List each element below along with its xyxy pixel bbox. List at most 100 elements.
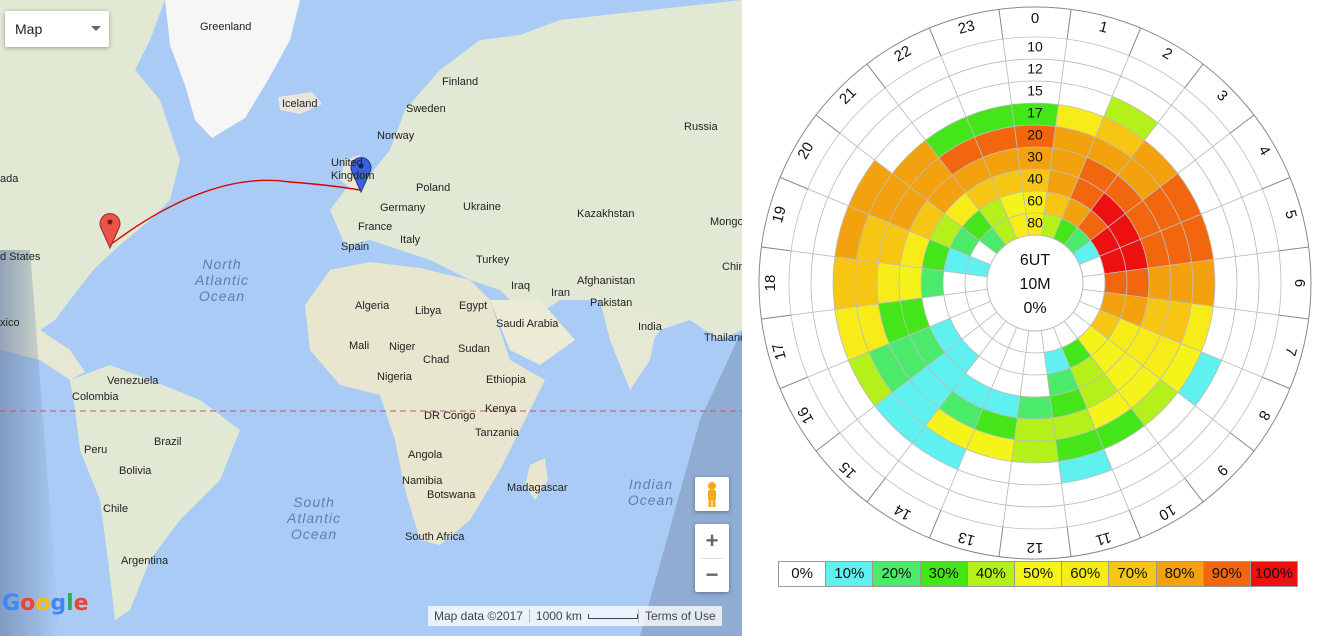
map-data-credit[interactable]: Map data ©2017	[428, 609, 529, 623]
heat-cell-r8-h18	[788, 250, 814, 316]
zoom-control: + −	[695, 524, 729, 592]
hour-sector-divider	[761, 246, 792, 252]
hour-sector-divider	[1262, 376, 1291, 390]
hour-sector-divider	[998, 526, 1004, 557]
ocean-south-atlantic: South Atlantic Ocean	[278, 494, 350, 542]
hour-sector-divider	[1066, 9, 1072, 40]
hour-label-1: 1	[1097, 18, 1109, 37]
legend-item-6: 60%	[1061, 562, 1109, 586]
zoom-in-button[interactable]: +	[695, 524, 729, 558]
map-canvas[interactable]	[0, 0, 742, 636]
label-egypt: Egypt	[459, 300, 488, 312]
label-southafrica: South Africa	[405, 531, 465, 543]
heat-cell-r8-h6	[1256, 250, 1282, 316]
hour-sector-divider	[1184, 63, 1204, 89]
terms-link[interactable]: Terms of Use	[637, 609, 722, 623]
polar-heatmap-chart: 0 123456789101112131415161718192021222380…	[758, 6, 1312, 560]
heat-cell-r5-h6	[1191, 259, 1216, 307]
hour-label-18: 18	[762, 275, 779, 292]
map-type-selector[interactable]: Map	[5, 11, 109, 47]
hour-label-5: 5	[1281, 208, 1300, 220]
legend-item-5: 50%	[1013, 562, 1062, 586]
heat-cell-r4-h6	[1169, 261, 1194, 305]
map-type-label: Map	[15, 21, 43, 37]
label-namibia: Namibia	[402, 475, 443, 487]
label-bolivia: Bolivia	[119, 465, 152, 477]
hour-label-12: 12	[1027, 539, 1044, 556]
heat-cell-r7-h12	[1005, 482, 1065, 508]
label-algeria: Algeria	[355, 300, 390, 312]
label-angola: Angola	[408, 449, 443, 461]
heat-cell-r6-h6	[1213, 256, 1238, 310]
hour-label-6: 6	[1291, 279, 1308, 287]
heat-cell-r2-h12	[1019, 373, 1051, 398]
ocean-line: Ocean	[290, 526, 338, 542]
hour-sector-divider	[779, 176, 808, 190]
label-saudi: Saudi Arabia	[496, 318, 559, 330]
ocean-line: Atlantic	[195, 272, 249, 288]
ring-label-15: 15	[1027, 83, 1043, 99]
hour-label-0: 0	[1031, 10, 1039, 27]
hour-sector-divider	[1128, 27, 1142, 56]
chevron-down-icon[interactable]	[91, 26, 101, 31]
hour-label-4: 4	[1255, 143, 1274, 159]
label-france: France	[358, 221, 393, 233]
hour-label-3: 3	[1213, 87, 1231, 105]
label-uk: United Kingdom	[331, 157, 375, 182]
legend-item-9: 90%	[1202, 562, 1250, 586]
label-greenland: Greenland	[200, 21, 252, 33]
ring-label-17: 17	[1027, 105, 1043, 121]
heat-cell-r3-h12	[1016, 395, 1054, 420]
street-view-pegman-button[interactable]	[695, 477, 729, 511]
label-niger: Niger	[389, 341, 416, 353]
hour-sector-divider	[1066, 526, 1072, 557]
hour-label-9: 9	[1213, 461, 1231, 479]
hour-sector-divider	[1229, 432, 1255, 452]
heat-cell-r6-h12	[1008, 461, 1062, 486]
zoom-out-button[interactable]: −	[695, 558, 729, 592]
hour-sector-divider	[815, 432, 841, 452]
heat-cell-r1-h6	[1103, 270, 1128, 296]
ocean-line: South	[293, 494, 335, 510]
heat-cell-r7-h6	[1234, 253, 1260, 313]
hour-sector-divider	[779, 376, 808, 390]
label-botswana: Botswana	[427, 489, 476, 501]
label-mongolia: Mongolia	[710, 216, 742, 228]
ocean-line: North	[202, 256, 242, 272]
hour-label-8: 8	[1255, 407, 1274, 423]
color-legend: 0% 10% 20% 30% 40% 50% 60% 70% 80% 90% 100%	[778, 561, 1298, 587]
label-germany: Germany	[380, 202, 426, 214]
ocean-indian: Indian Ocean	[618, 476, 684, 508]
legend-item-7: 70%	[1108, 562, 1156, 586]
hour-sector-divider	[1184, 477, 1204, 503]
label-madagascar: Madagascar	[507, 482, 568, 494]
hour-sector-divider	[815, 114, 841, 134]
map-panel[interactable]: Map Greenland Iceland Finland Sweden Nor…	[0, 0, 742, 636]
legend-item-8: 80%	[1155, 562, 1203, 586]
hour-label-2: 2	[1159, 44, 1175, 63]
label-poland: Poland	[416, 182, 451, 194]
hour-sector-divider	[1278, 314, 1309, 320]
label-iran: Iran	[551, 287, 570, 299]
label-mexico: xico	[0, 317, 20, 329]
scale-label[interactable]: 1000 km	[528, 609, 588, 623]
heat-cell-r1-h18	[942, 270, 967, 296]
ocean-line: Ocean	[627, 492, 675, 508]
hour-label-7: 7	[1281, 345, 1300, 357]
label-argentina: Argentina	[121, 555, 169, 567]
label-russia: Russia	[684, 121, 718, 133]
hour-sector-divider	[1262, 176, 1291, 190]
ring-label-10: 10	[1027, 39, 1043, 55]
legend-item-3: 30%	[919, 562, 967, 586]
hour-label-13: 13	[956, 528, 977, 549]
label-nigeria: Nigeria	[377, 371, 412, 383]
label-chile: Chile	[103, 503, 129, 515]
google-logo[interactable]: Google	[2, 591, 89, 616]
legend-item-4: 40%	[966, 562, 1014, 586]
hour-sector-divider	[1278, 246, 1309, 252]
ocean-north-atlantic: North Atlantic Ocean	[186, 256, 258, 304]
ring-label-80: 80	[1027, 215, 1043, 231]
heat-cell-r7-h18	[810, 253, 836, 313]
label-india: India	[638, 321, 662, 333]
pegman-icon	[708, 482, 716, 507]
